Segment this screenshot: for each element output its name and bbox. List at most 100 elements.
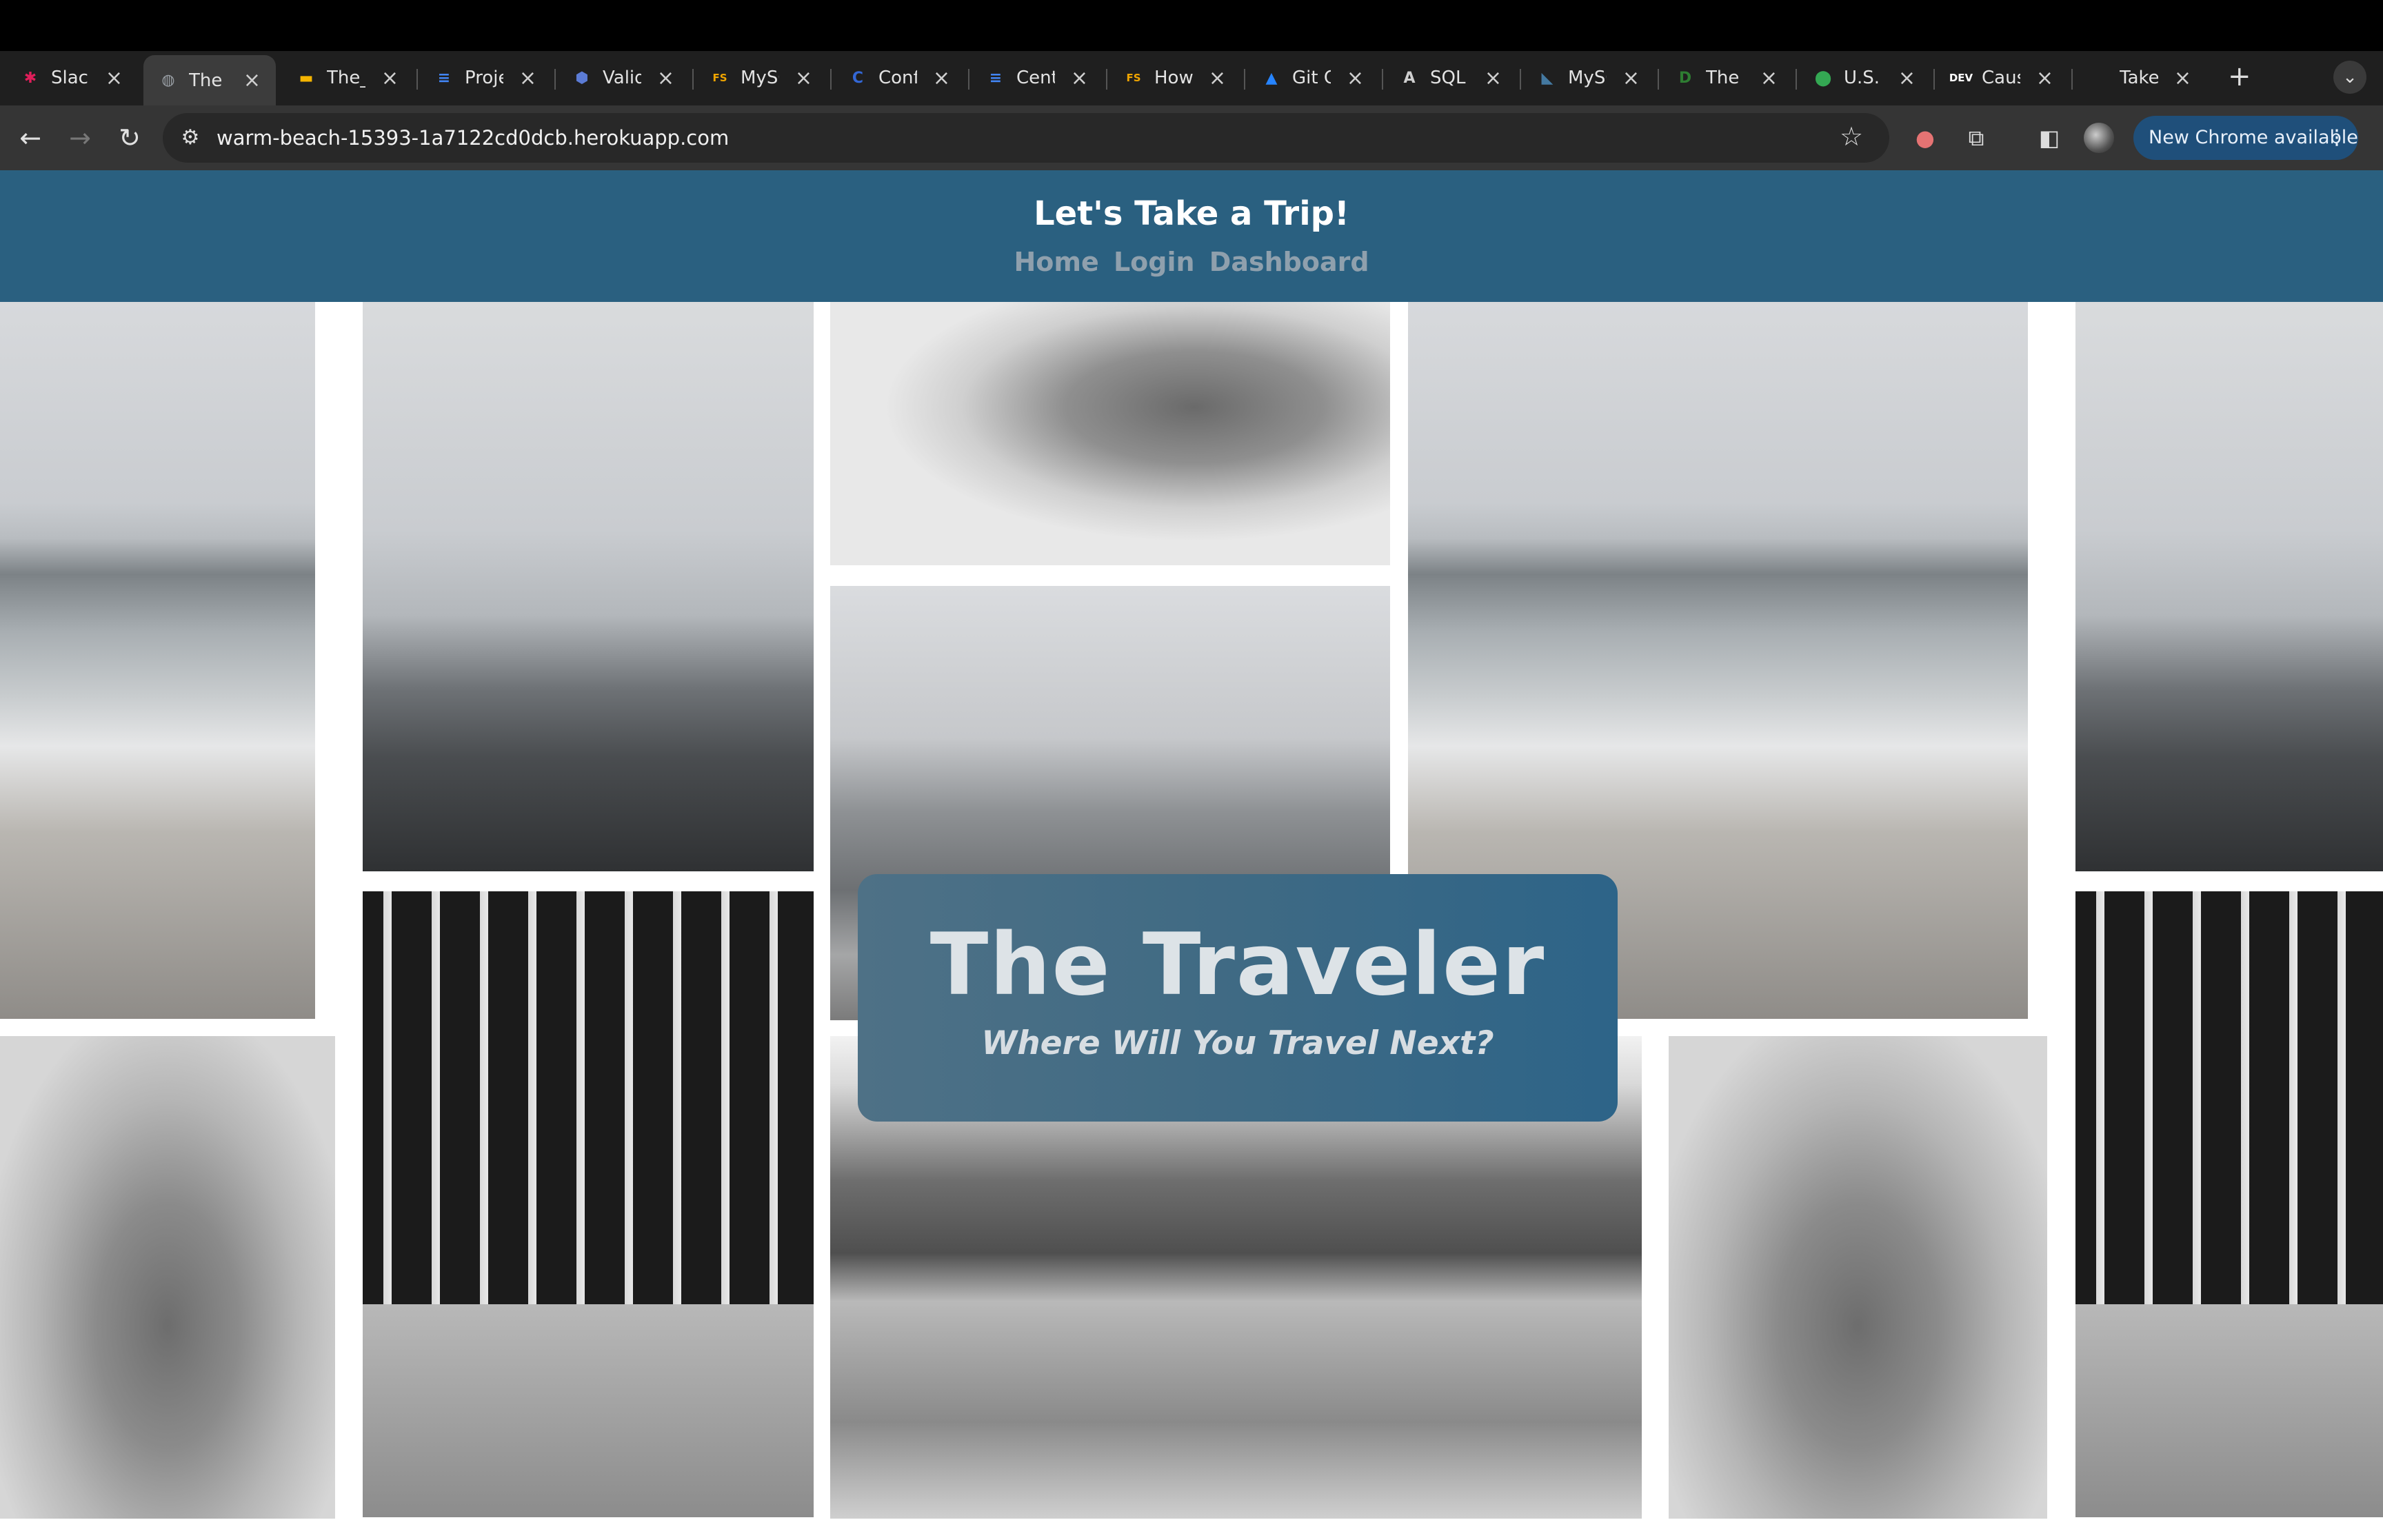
tab-label: MySC xyxy=(1568,68,1607,88)
forward-icon[interactable]: → xyxy=(61,119,99,157)
docs-icon: ≡ xyxy=(437,69,451,87)
tab-0[interactable]: ✱ Slack × xyxy=(6,58,138,98)
site-info-icon[interactable]: ⚙ xyxy=(177,124,204,152)
extension-record-icon[interactable]: ● xyxy=(1909,121,1942,154)
slides-icon: ▬ xyxy=(299,69,314,87)
site-nav: Home Login Dashboard xyxy=(0,247,2383,277)
tab-separator xyxy=(416,69,418,90)
tab-label: Confi xyxy=(878,68,917,88)
tab-label: U.S. xyxy=(1844,68,1880,88)
side-panel-icon[interactable]: ◧ xyxy=(2033,121,2066,154)
tab-9[interactable]: ▲ Git C × xyxy=(1247,58,1379,98)
tab-1[interactable]: ◍ The T × xyxy=(143,55,276,105)
a-icon: A xyxy=(1403,69,1416,87)
tab-label: The C xyxy=(1706,68,1744,88)
tab-6[interactable]: C Confi × xyxy=(833,58,965,98)
tab-close-icon[interactable]: × xyxy=(1071,66,1088,90)
tab-separator xyxy=(2071,69,2073,90)
tab-label: Proje xyxy=(465,68,503,88)
bookmark-star-icon[interactable]: ☆ xyxy=(1840,121,1863,152)
tab-separator xyxy=(1520,69,1521,90)
nav-login-link[interactable]: Login xyxy=(1114,247,1195,277)
tab-label: SQL xyxy=(1430,68,1466,88)
c-icon: C xyxy=(852,69,864,87)
photo-tree-right xyxy=(1669,1036,2047,1519)
tab-label: Take xyxy=(2120,68,2158,88)
tab-15[interactable]: Take × xyxy=(2074,58,2206,98)
cube-icon: ⬢ xyxy=(575,69,589,87)
tab-close-icon[interactable]: × xyxy=(2174,66,2191,90)
tab-separator xyxy=(1244,69,1245,90)
nav-home-link[interactable]: Home xyxy=(1014,247,1098,277)
tab-label: Git C xyxy=(1292,68,1331,88)
tab-separator xyxy=(1382,69,1383,90)
back-icon[interactable]: ← xyxy=(11,119,50,157)
hero-subtitle: Where Will You Travel Next? xyxy=(981,1024,1494,1062)
system-top-bar xyxy=(0,0,2383,51)
tab-11[interactable]: ◣ MySC × xyxy=(1522,58,1655,98)
lamps-floor-right xyxy=(2075,1304,2383,1517)
extensions-puzzle-icon[interactable]: ⧉ xyxy=(1960,121,1993,154)
tab-label: MySC xyxy=(741,68,779,88)
tab-label: Caus xyxy=(1982,68,2020,88)
tab-3[interactable]: ≡ Proje × xyxy=(419,58,552,98)
tab-close-icon[interactable]: × xyxy=(1898,66,1916,90)
tab-close-icon[interactable]: × xyxy=(1760,66,1778,90)
atlassian-icon: ▲ xyxy=(1265,69,1278,87)
tab-14[interactable]: DEV Caus × xyxy=(1936,58,2069,98)
tab-13[interactable]: ⬤ U.S. × xyxy=(1798,58,1931,98)
slack-icon: ✱ xyxy=(23,69,37,87)
tab-close-icon[interactable]: × xyxy=(243,68,261,92)
hero-banner: The Traveler Where Will You Travel Next? xyxy=(858,874,1618,1122)
menu-dots-icon[interactable]: ⋮ xyxy=(2326,116,2347,160)
new-tab-icon[interactable]: + xyxy=(2228,61,2251,92)
tab-7[interactable]: ≡ Centr × xyxy=(971,58,1103,98)
tab-label: Centr xyxy=(1016,68,1055,88)
tab-separator xyxy=(1106,69,1107,90)
tab-4[interactable]: ⬢ Valid × xyxy=(557,58,690,98)
tab-close-icon[interactable]: × xyxy=(1209,66,1226,90)
tab-close-icon[interactable]: × xyxy=(381,66,399,90)
globe-icon: ◍ xyxy=(161,72,175,89)
tab-close-icon[interactable]: × xyxy=(795,66,812,90)
tab-close-icon[interactable]: × xyxy=(657,66,674,90)
tab-close-icon[interactable]: × xyxy=(2036,66,2053,90)
tab-separator xyxy=(1796,69,1797,90)
tab-close-icon[interactable]: × xyxy=(933,66,950,90)
tab-close-icon[interactable]: × xyxy=(105,66,123,90)
tab-8[interactable]: FS How × xyxy=(1109,58,1241,98)
profile-avatar[interactable] xyxy=(2084,123,2114,153)
tab-search-icon[interactable]: ⌄ xyxy=(2333,61,2366,94)
photo-city-view xyxy=(363,302,814,871)
photo-city-right xyxy=(2075,302,2383,871)
maps-icon: ⬤ xyxy=(1814,69,1832,87)
photo-tree-left xyxy=(0,1036,335,1519)
url-text[interactable]: warm-beach-15393-1a7122cd0dcb.herokuapp.… xyxy=(217,124,729,152)
tab-label: The T xyxy=(189,70,228,91)
tab-2[interactable]: ▬ The_ × xyxy=(281,58,414,98)
tab-10[interactable]: A SQL × xyxy=(1385,58,1517,98)
docs-icon: ≡ xyxy=(989,69,1003,87)
tab-close-icon[interactable]: × xyxy=(519,66,536,90)
tab-label: Slack xyxy=(51,68,90,88)
tab-separator xyxy=(1658,69,1659,90)
photo-street-lamps xyxy=(363,891,814,1517)
dev-icon: DEV xyxy=(1949,72,1973,84)
update-chrome-button[interactable]: New Chrome available ⋮ xyxy=(2133,116,2358,160)
tab-separator xyxy=(968,69,969,90)
tab-label: The_ xyxy=(327,68,365,88)
tab-12[interactable]: D The C × xyxy=(1660,58,1793,98)
tab-separator xyxy=(830,69,832,90)
lamps-floor xyxy=(363,1304,814,1517)
tab-5[interactable]: FS MySC × xyxy=(695,58,827,98)
reload-icon[interactable]: ↻ xyxy=(110,119,149,157)
fs-icon: FS xyxy=(712,72,727,84)
tab-close-icon[interactable]: × xyxy=(1485,66,1502,90)
tab-close-icon[interactable]: × xyxy=(1622,66,1640,90)
tab-separator xyxy=(692,69,694,90)
tab-label: Valid xyxy=(603,68,641,88)
tab-close-icon[interactable]: × xyxy=(1347,66,1364,90)
site-title: Let's Take a Trip! xyxy=(1034,194,1349,233)
nav-dashboard-link[interactable]: Dashboard xyxy=(1209,247,1369,277)
tab-separator xyxy=(554,69,556,90)
